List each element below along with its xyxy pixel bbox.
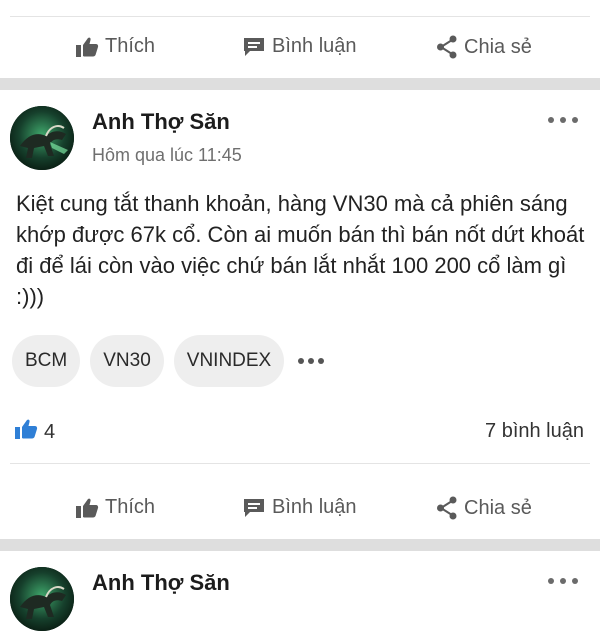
- post-separator: [0, 78, 600, 90]
- comment-label: Bình luận: [272, 35, 357, 57]
- thumbs-up-icon: [14, 418, 38, 446]
- author-name[interactable]: Anh Thợ Săn: [92, 570, 230, 596]
- more-dots-icon: [548, 117, 554, 123]
- author-name[interactable]: Anh Thợ Săn: [92, 109, 230, 135]
- more-dots-icon: [548, 578, 554, 584]
- previous-post-action-bar: Thích Bình luận Chia sẻ: [0, 16, 600, 78]
- share-button[interactable]: Chia sẻ: [436, 496, 532, 520]
- share-button[interactable]: Chia sẻ: [436, 35, 532, 59]
- share-label: Chia sẻ: [464, 35, 532, 58]
- like-label: Thích: [105, 35, 156, 57]
- like-button[interactable]: Thích: [75, 496, 155, 519]
- post-content: Kiệt cung tắt thanh khoản, hàng VN30 mà …: [16, 191, 585, 309]
- post-timestamp: Hôm qua lúc 11:45: [92, 145, 242, 165]
- more-options-button[interactable]: [548, 113, 578, 127]
- like-button[interactable]: Thích: [75, 35, 155, 58]
- share-label: Chia sẻ: [464, 496, 532, 519]
- divider: [10, 463, 590, 464]
- comment-label: Bình luận: [272, 496, 357, 518]
- post-stats: 4 7 bình luận: [0, 412, 600, 452]
- like-count: 4: [44, 420, 56, 443]
- share-icon: [436, 35, 458, 59]
- comment-count-link[interactable]: 7 bình luận: [485, 420, 584, 443]
- post-separator: [0, 539, 600, 551]
- comment-button[interactable]: Bình luận: [242, 496, 357, 519]
- like-label: Thích: [105, 496, 156, 518]
- avatar[interactable]: [10, 106, 74, 170]
- share-icon: [436, 496, 458, 520]
- divider: [10, 16, 590, 17]
- like-summary[interactable]: 4: [14, 418, 55, 446]
- tag-list: BCM VN30 VNINDEX: [12, 333, 325, 389]
- post-header: Anh Thợ Săn Hôm qua lúc 11:45: [0, 90, 600, 180]
- more-tags-button[interactable]: [298, 358, 325, 364]
- post-action-bar: Thích Bình luận Chia sẻ: [0, 463, 600, 539]
- thumbs-up-icon: [75, 497, 99, 519]
- tag-chip[interactable]: VNINDEX: [173, 335, 285, 387]
- comment-button[interactable]: Bình luận: [242, 35, 357, 58]
- chat-bubble-icon: [242, 36, 266, 58]
- more-options-button[interactable]: [548, 574, 578, 588]
- chat-bubble-icon: [242, 497, 266, 519]
- tag-chip[interactable]: BCM: [12, 335, 81, 387]
- next-post-header: Anh Thợ Săn: [0, 551, 600, 641]
- tag-chip[interactable]: VN30: [90, 335, 164, 387]
- avatar[interactable]: [10, 567, 74, 631]
- thumbs-up-icon: [75, 36, 99, 58]
